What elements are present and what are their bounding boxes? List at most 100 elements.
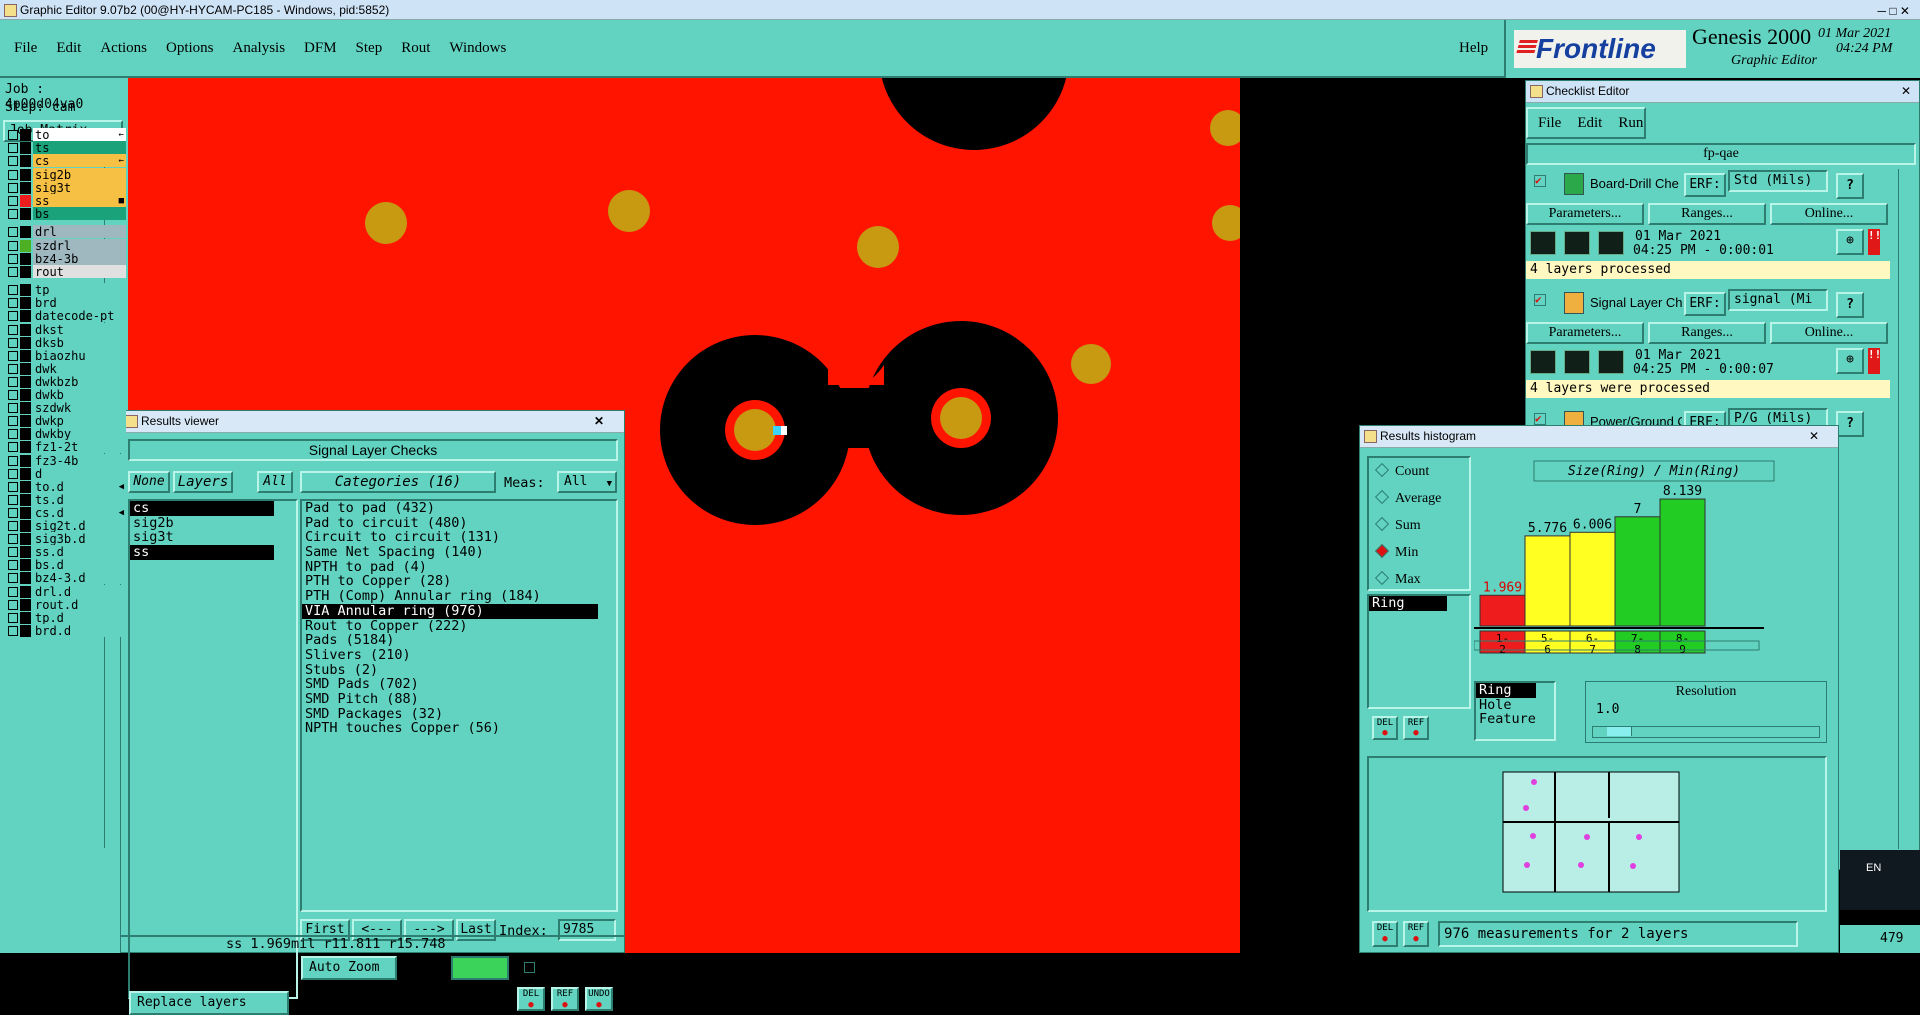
layer-row[interactable]: bs xyxy=(6,207,126,221)
close-icon[interactable]: ✕ xyxy=(580,411,618,429)
histogram-bar[interactable] xyxy=(1659,498,1706,627)
layer-visibility-checkbox[interactable] xyxy=(8,429,18,440)
all-layers-button[interactable]: All xyxy=(257,471,293,493)
none-button[interactable]: None xyxy=(128,471,170,493)
category-item[interactable]: SMD Pitch (88) xyxy=(302,692,616,707)
ranges-button[interactable]: Ranges... xyxy=(1648,322,1766,344)
help-button[interactable]: ? xyxy=(1836,292,1864,318)
close-icon[interactable]: ✕ xyxy=(1901,81,1911,101)
layer-row[interactable]: dwkbzb xyxy=(6,374,126,389)
layer-visibility-checkbox[interactable] xyxy=(8,209,18,220)
auto-zoom-dropdown[interactable]: Auto Zoom xyxy=(301,956,397,980)
layer-row[interactable]: dkst xyxy=(6,322,126,337)
run-status-icon[interactable] xyxy=(1530,350,1556,374)
layer-visibility-checkbox[interactable] xyxy=(8,363,18,374)
layer-visibility-checkbox[interactable] xyxy=(8,442,18,453)
field-item[interactable]: Feature xyxy=(1476,712,1554,727)
layer-row[interactable]: ts xyxy=(6,141,126,155)
help-button[interactable]: ? xyxy=(1836,411,1864,437)
checklist-scrollbar[interactable] xyxy=(1898,169,1917,849)
layer-visibility-checkbox[interactable] xyxy=(8,376,18,387)
menu-file[interactable]: File xyxy=(14,40,37,56)
layer-visibility-checkbox[interactable] xyxy=(8,130,18,140)
layer-visibility-checkbox[interactable] xyxy=(8,324,18,335)
layer-visibility-checkbox[interactable] xyxy=(8,350,18,361)
layer-list-item[interactable]: ss xyxy=(130,545,274,560)
help-button[interactable]: ? xyxy=(1836,173,1864,199)
mode-radio-count[interactable]: Count xyxy=(1369,458,1469,485)
layer-row[interactable]: ts.d xyxy=(6,492,126,507)
layer-row[interactable]: sig2t.d xyxy=(6,519,126,533)
online-button[interactable]: Online... xyxy=(1770,203,1888,225)
category-item[interactable]: PTH (Comp) Annular ring (184) xyxy=(302,589,616,604)
layer-visibility-checkbox[interactable] xyxy=(8,416,18,427)
category-item[interactable]: Pad to circuit (480) xyxy=(302,515,616,531)
layer-visibility-checkbox[interactable] xyxy=(8,560,18,571)
replace-layers-dropdown[interactable]: Replace layers xyxy=(129,991,289,1015)
category-item[interactable]: Slivers (210) xyxy=(302,648,616,663)
close-icon[interactable]: ✕ xyxy=(1796,426,1832,444)
layer-visibility-checkbox[interactable] xyxy=(8,625,18,636)
run-status-icon[interactable] xyxy=(1598,350,1624,374)
layer-visibility-checkbox[interactable] xyxy=(8,298,18,309)
layer-list-item[interactable]: cs xyxy=(130,501,274,516)
layer-visibility-checkbox[interactable] xyxy=(8,182,18,193)
attribute-list[interactable]: Ring xyxy=(1367,594,1471,709)
layer-visibility-checkbox[interactable] xyxy=(8,227,18,238)
attribute-item[interactable]: Ring xyxy=(1369,596,1447,611)
layer-visibility-checkbox[interactable] xyxy=(8,573,18,584)
action-name[interactable]: Signal Layer Ch xyxy=(1590,295,1682,310)
layer-visibility-checkbox[interactable] xyxy=(8,599,18,610)
layer-visibility-checkbox[interactable] xyxy=(8,612,18,623)
layer-row[interactable]: sig3t xyxy=(6,180,126,195)
action-checkbox[interactable]: ✔ xyxy=(1534,175,1546,187)
mode-radio-average[interactable]: Average xyxy=(1369,485,1469,512)
layer-visibility-checkbox[interactable] xyxy=(8,169,18,180)
layer-visibility-checkbox[interactable] xyxy=(8,267,18,277)
ranges-button[interactable]: Ranges... xyxy=(1648,203,1766,225)
histogram-bar[interactable] xyxy=(1569,531,1616,627)
run-status-icon[interactable] xyxy=(1598,231,1624,255)
layer-row[interactable]: dwk xyxy=(6,361,126,376)
checklist-menu-edit[interactable]: Edit xyxy=(1577,115,1602,131)
layer-visibility-checkbox[interactable] xyxy=(8,285,18,296)
layer-row[interactable]: sig2b xyxy=(6,167,126,182)
menu-options[interactable]: Options xyxy=(166,40,214,56)
parameters-button[interactable]: Parameters... xyxy=(1526,203,1644,225)
layer-row[interactable]: dwkby xyxy=(6,427,126,441)
layer-visibility-checkbox[interactable] xyxy=(8,311,18,322)
layer-row[interactable]: rout.d xyxy=(6,597,126,612)
resolution-slider[interactable] xyxy=(1592,726,1820,738)
field-item[interactable]: Ring xyxy=(1476,683,1536,698)
field-list[interactable]: Ring Hole Feature xyxy=(1474,681,1556,741)
checklist-menu-run[interactable]: Run xyxy=(1618,115,1643,131)
layer-row[interactable]: ss ■ xyxy=(6,194,126,208)
histogram-bar[interactable] xyxy=(1524,535,1571,627)
layer-list-item[interactable]: sig2b xyxy=(130,515,296,531)
layer-row[interactable]: bs.d xyxy=(6,558,126,572)
menu-actions[interactable]: Actions xyxy=(100,40,147,56)
ref-button-bottom[interactable]: REF ● xyxy=(1403,921,1429,947)
layer-row[interactable]: cs ← xyxy=(6,154,126,168)
del-button-bottom[interactable]: DEL ● xyxy=(1372,921,1398,947)
layer-visibility-checkbox[interactable] xyxy=(8,481,18,492)
histogram-bar[interactable] xyxy=(1479,594,1526,627)
layer-row[interactable]: bz4-3.d xyxy=(6,571,126,585)
category-item[interactable]: Same Net Spacing (140) xyxy=(302,545,616,560)
online-button[interactable]: Online... xyxy=(1770,322,1888,344)
histogram-bar[interactable] xyxy=(1614,516,1661,627)
sv-color-dropdown[interactable] xyxy=(451,956,509,980)
layer-row[interactable]: rout xyxy=(6,265,126,279)
layer-visibility-checkbox[interactable] xyxy=(8,390,18,400)
parameters-button[interactable]: Parameters... xyxy=(1526,322,1644,344)
layer-row[interactable]: brd xyxy=(6,296,126,310)
layer-visibility-checkbox[interactable] xyxy=(8,403,18,414)
layer-row[interactable]: dksb xyxy=(6,335,126,350)
layer-row[interactable]: fz1-2t xyxy=(6,440,126,454)
run-status-icon[interactable] xyxy=(1530,231,1556,255)
category-item[interactable]: Pads (5184) xyxy=(302,633,616,648)
category-item[interactable]: Rout to Copper (222) xyxy=(302,618,616,634)
layer-visibility-checkbox[interactable] xyxy=(8,143,18,154)
category-item[interactable]: NPTH to pad (4) xyxy=(302,560,616,575)
menu-windows[interactable]: Windows xyxy=(449,40,506,56)
